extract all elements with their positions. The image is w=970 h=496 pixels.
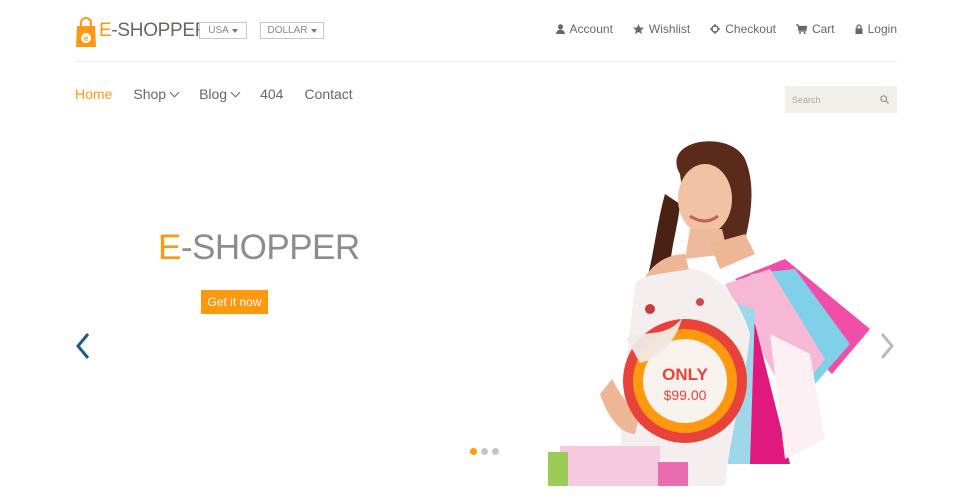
hero-title: E-SHOPPER (158, 228, 360, 267)
checkout-link[interactable]: Checkout (710, 22, 776, 36)
country-label: USA (208, 25, 229, 36)
wishlist-label: Wishlist (648, 22, 691, 36)
nav-item-blog[interactable]: Blog (199, 86, 241, 102)
search-icon[interactable] (880, 95, 889, 104)
wishlist-link[interactable]: Wishlist (632, 22, 691, 36)
search-box (785, 86, 897, 113)
nav-item-shop[interactable]: Shop (133, 86, 180, 102)
chevron-down-icon (230, 87, 241, 97)
shopping-cart-icon (795, 24, 807, 34)
shopping-bag-icon: e (75, 17, 97, 47)
search-input[interactable] (792, 94, 876, 105)
shop-menu: Account Wishlist Checkout Cart Login (536, 22, 897, 36)
caret-down-icon (310, 28, 317, 33)
login-label: Login (867, 22, 897, 36)
cart-link[interactable]: Cart (795, 22, 835, 36)
account-link[interactable]: Account (555, 22, 613, 36)
lock-icon (855, 24, 863, 34)
country-dropdown[interactable]: USA (199, 22, 247, 39)
carousel-indicators (470, 448, 499, 455)
carousel-dot[interactable] (481, 448, 488, 455)
account-label: Account (569, 22, 613, 36)
svg-text:e: e (84, 34, 89, 43)
chevron-down-icon (169, 87, 180, 97)
login-link[interactable]: Login (855, 22, 897, 36)
badge-only-label: ONLY (662, 365, 708, 384)
user-icon (555, 24, 565, 34)
nav-item-404[interactable]: 404 (260, 86, 283, 102)
header-divider (75, 61, 897, 62)
cart-label: Cart (811, 22, 835, 36)
brand-name: E-SHOPPER (99, 20, 209, 41)
get-it-now-button[interactable]: Get it now (201, 290, 268, 314)
currency-label: DOLLAR (267, 25, 308, 36)
caret-down-icon (231, 28, 238, 33)
nav-item-contact[interactable]: Contact (304, 86, 352, 102)
checkout-label: Checkout (725, 22, 776, 36)
nav-item-home[interactable]: Home (75, 86, 112, 102)
star-icon (632, 24, 644, 34)
carousel-dot[interactable] (492, 448, 499, 455)
carousel-dot[interactable] (470, 448, 477, 455)
currency-dropdown[interactable]: DOLLAR (260, 22, 324, 39)
crosshairs-icon (710, 24, 721, 34)
site-logo[interactable]: e E-SHOPPER (75, 15, 209, 47)
previous-slide-arrow-icon[interactable] (72, 330, 94, 362)
main-nav: Home Shop Blog 404 Contact (75, 86, 374, 102)
badge-price-label: $99.00 (663, 387, 707, 403)
